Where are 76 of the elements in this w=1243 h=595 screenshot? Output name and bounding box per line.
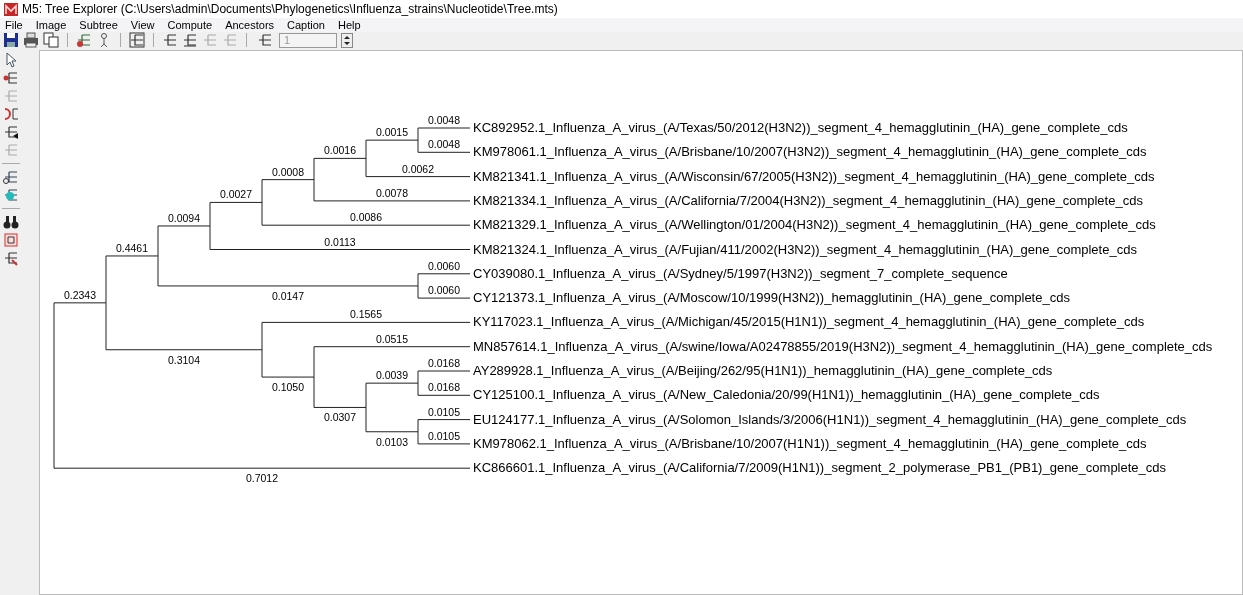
save-icon[interactable]	[3, 32, 19, 48]
node-connector	[261, 179, 263, 226]
branch-length-label: 0.0015	[375, 126, 409, 139]
tree-icon[interactable]	[3, 169, 19, 185]
branch-length-label: 0.3104	[167, 353, 201, 366]
node-connector	[417, 419, 419, 445]
branch-length-label: 0.0039	[375, 369, 409, 382]
taxon-label[interactable]: KC866601.1_Influenza_A_virus_(A/California/7/2009(H1N1))_segment_2_polymerase_PB1_(PB1)_gene_complete_cds	[473, 460, 1167, 476]
tree-icon[interactable]	[3, 250, 19, 266]
node-connector	[157, 225, 159, 287]
tree-icon[interactable]	[129, 32, 145, 48]
taxon-label[interactable]: AY289928.1_Influenza_A_virus_(A/Beijing/262/95(H1N1))_hemagglutinin_(HA)_gene_complete_cds	[473, 363, 1053, 378]
menu-item[interactable]: View	[130, 19, 155, 31]
branch-length-label: 0.0307	[323, 411, 357, 424]
taxon-label[interactable]: CY125100.1_Influenza_A_virus_(A/New_Caledonia/20/99(H1N1))_hemagglutinin_(HA)_gene_complete_cds	[473, 387, 1100, 403]
menu-item[interactable]: Subtree	[79, 19, 118, 31]
branch-length-label: 0.2343	[63, 288, 97, 301]
taxon-label[interactable]: EU124177.1_Influenza_A_virus_(A/Solomon_Islands/3/2006(H1N1))_segment_4_hemagglutinin_(HA)_gene_complete_cds	[473, 411, 1187, 427]
branch-length-label: 0.0168	[427, 381, 461, 394]
menu-item[interactable]: Ancestors	[225, 19, 275, 31]
taxon-label[interactable]: KM821334.1_Influenza_A_virus_(A/California/7/2004(H3N2))_segment_4_hemagglutinin_(HA)_gene_complete_cds	[473, 192, 1143, 208]
node-connector	[417, 127, 419, 153]
taxon-label[interactable]: KM978062.1_Influenza_A_virus_(A/Brisbane/10/2007(H1N1))_segment_4_hemagglutinin_(HA)_gene_complete_cds	[473, 435, 1147, 451]
binoculars-icon[interactable]	[3, 214, 19, 230]
node-connector	[417, 370, 419, 396]
branch-length-label: 0.0008	[271, 165, 305, 178]
spin-arrows-icon[interactable]	[341, 32, 353, 48]
branch-length-label: 0.1565	[349, 308, 383, 321]
menu-item[interactable]: Compute	[167, 19, 213, 31]
node-connector	[313, 157, 315, 202]
taxon-label[interactable]: KM821329.1_Influenza_A_virus_(A/Wellington/01/2004(H3N2))_segment_4_hemagglutinin_(HA)_gene_complete_cds	[473, 217, 1156, 233]
menu-item[interactable]: Image	[35, 19, 67, 31]
taxon-label[interactable]: MN857614.1_Influenza_A_virus_(A/swine/Iowa/A02478855/2019(H3N2))_segment_4_hemagglutinin_(HA)_gene_complete_cds	[473, 338, 1213, 354]
branch-length-label: 0.7012	[245, 472, 279, 485]
branch-length-label: 0.0113	[324, 235, 356, 248]
branch-length-label: 0.0515	[375, 332, 409, 345]
app-logo-icon	[4, 2, 18, 16]
branch-length-label: 0.0147	[271, 289, 305, 302]
branch-length-label: 0.0062	[401, 162, 435, 175]
node-connector	[417, 273, 419, 299]
taxon-label[interactable]: KM821324.1_Influenza_A_virus_(A/Fujian/411/2002(H3N2))_segment_4_hemagglutinin_(HA)_gene_complete_cds	[473, 241, 1137, 257]
node-connector	[209, 201, 211, 250]
menu-item[interactable]: Help	[338, 19, 361, 31]
taxon-label[interactable]: KM978061.1_Influenza_A_virus_(A/Brisbane/10/2007(H3N2))_segment_4_hemagglutinin_(HA)_gene_complete_cds	[473, 144, 1147, 160]
node-connector	[365, 139, 367, 178]
branch-length-label: 0.0048	[427, 114, 461, 126]
node-connector	[261, 321, 263, 378]
branch-length-label: 0.0060	[427, 284, 461, 297]
menu-item[interactable]: File	[5, 19, 23, 31]
branch-length-label: 0.1050	[271, 381, 305, 394]
branch-length-label: 0.0168	[427, 357, 461, 369]
tree-icon[interactable]	[3, 124, 19, 140]
branch-length-label: 0.0016	[323, 144, 357, 157]
branch-length-label: 0.0078	[375, 186, 409, 199]
pointer-icon[interactable]	[3, 52, 19, 68]
branch-length-label: 0.0105	[427, 405, 461, 418]
window-title: M5: Tree Explorer (C:\Users\admin\Documents\Phylogenetics\Influenza_strains\Nucleotide\Tree.mts)	[22, 1, 558, 18]
branch-length-label: 0.0060	[427, 259, 461, 272]
branch-length-label: 0.4461	[115, 241, 149, 254]
node-connector	[313, 346, 315, 408]
branch-length-label: 0.0094	[167, 211, 201, 224]
branch-length-label: 0.0048	[427, 138, 461, 151]
taxon-label[interactable]: KM821341.1_Influenza_A_virus_(A/Wisconsin/67/2005(H3N2))_segment_4_hemagglutinin_(HA)_gene_complete_cds	[473, 168, 1155, 184]
taxon-label[interactable]: KY117023.1_Influenza_A_virus_(A/Michigan/45/2015(H1N1))_segment_4_hemagglutinin_(HA)_gene_complete_cds	[473, 314, 1145, 330]
taxon-label[interactable]: CY121373.1_Influenza_A_virus_(A/Moscow/10/1999(H3N2))_hemagglutinin_(HA)_gene_complete_cds	[473, 290, 1070, 306]
node-connector	[365, 382, 367, 433]
copy-icon[interactable]	[43, 32, 59, 48]
tree-icon[interactable]	[182, 32, 198, 48]
print-icon[interactable]	[23, 32, 39, 48]
menu-item[interactable]: Caption	[287, 19, 325, 31]
branch-length-label: 0.0027	[219, 188, 253, 201]
taxon-label[interactable]: CY039080.1_Influenza_A_virus_(A/Sydney/5/1997(H3N2))_segment_7_complete_sequence	[473, 265, 1008, 281]
branch-length-label: 0.0103	[375, 435, 409, 448]
branch-length-label: 0.0086	[349, 211, 383, 224]
branch-length-label: 0.0105	[427, 429, 461, 442]
taxon-label[interactable]: KC892952.1_Influenza_A_virus_(A/Texas/50/2012(H3N2))_segment_4_hemagglutinin_(HA)_gene_complete_cds	[473, 120, 1128, 135]
